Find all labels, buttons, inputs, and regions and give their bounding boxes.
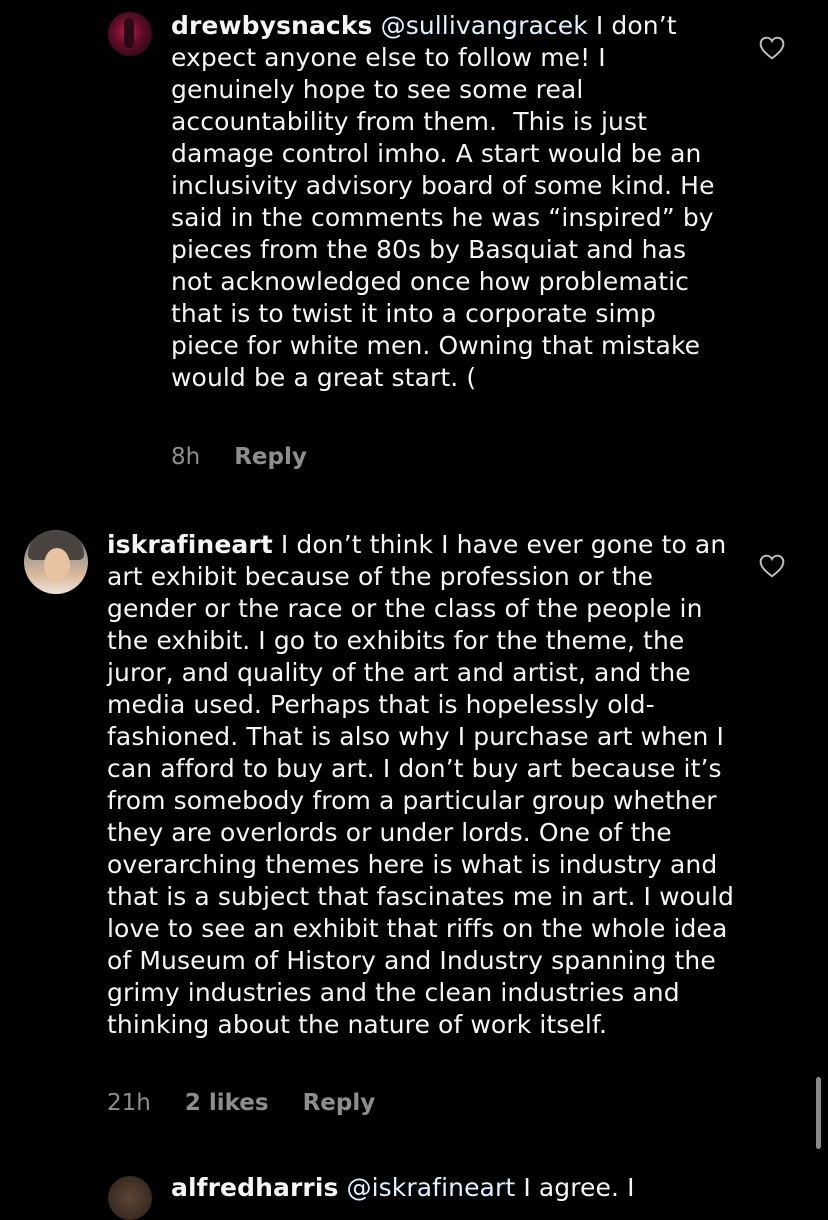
avatar[interactable]	[108, 12, 152, 56]
username[interactable]: iskrafineart	[107, 530, 273, 559]
reply-button[interactable]: Reply	[303, 1090, 376, 1116]
timestamp: 8h	[171, 444, 201, 470]
avatar[interactable]	[108, 1176, 152, 1220]
username[interactable]: drewbysnacks	[171, 11, 373, 40]
comment-text: I agree. I	[523, 1173, 635, 1202]
heart-outline-icon[interactable]	[759, 36, 785, 60]
mention-link[interactable]: @sullivangracek	[381, 11, 588, 40]
username[interactable]: alfredharris	[171, 1173, 338, 1202]
comment-text: I don’t think I have ever gone to an art…	[107, 530, 743, 1039]
avatar[interactable]	[24, 530, 88, 594]
heart-outline-icon[interactable]	[759, 554, 785, 578]
reply-button[interactable]: Reply	[234, 444, 307, 470]
comment-text: I don’t expect anyone else to follow me!…	[171, 11, 723, 392]
comment-body: iskrafineart I don’t think I have ever g…	[107, 529, 737, 1041]
comment-body: drewbysnacks @sullivangracek I don’t exp…	[171, 10, 731, 394]
scrollbar[interactable]	[816, 1077, 821, 1149]
comment-meta: 21h 2 likes Reply	[107, 1090, 375, 1116]
mention-link[interactable]: @iskrafineart	[347, 1173, 516, 1202]
likes-count[interactable]: 2 likes	[185, 1090, 269, 1116]
comment-body: alfredharris @iskrafineart I agree. I	[171, 1172, 771, 1204]
timestamp: 21h	[107, 1090, 151, 1116]
comment-meta: 8h Reply	[171, 444, 307, 470]
